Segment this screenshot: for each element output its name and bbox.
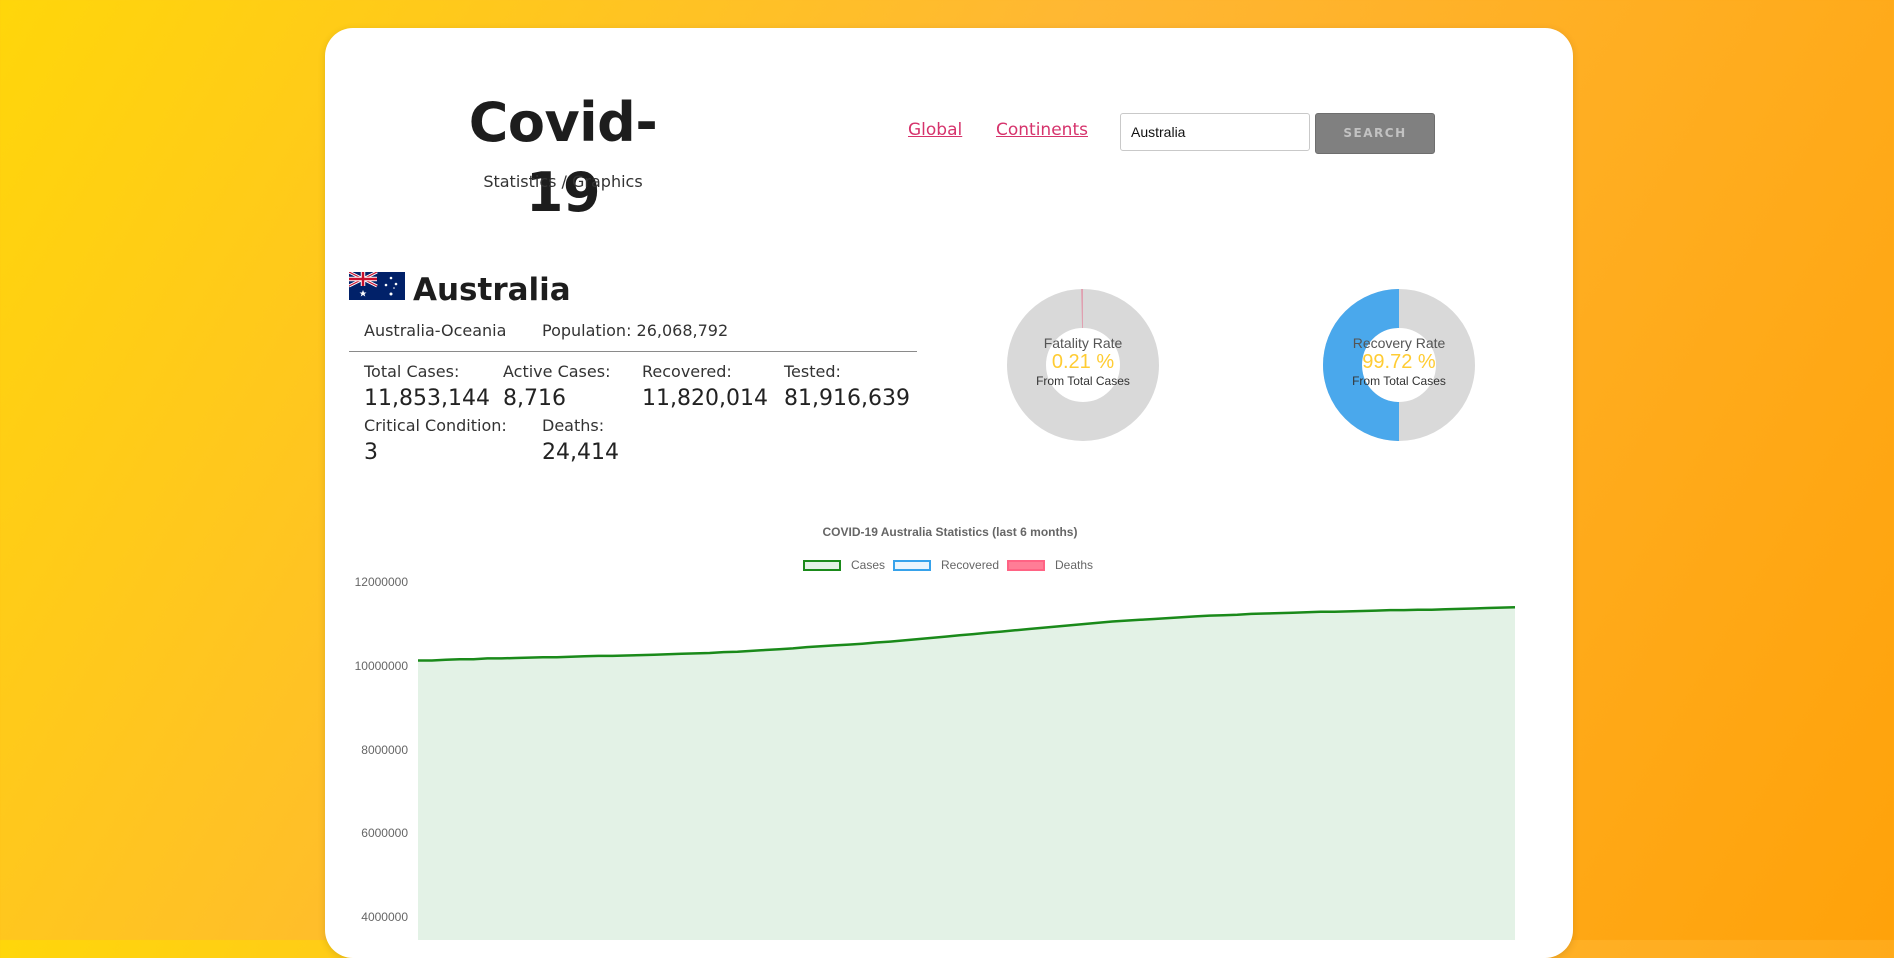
cases-chart <box>0 0 1894 940</box>
